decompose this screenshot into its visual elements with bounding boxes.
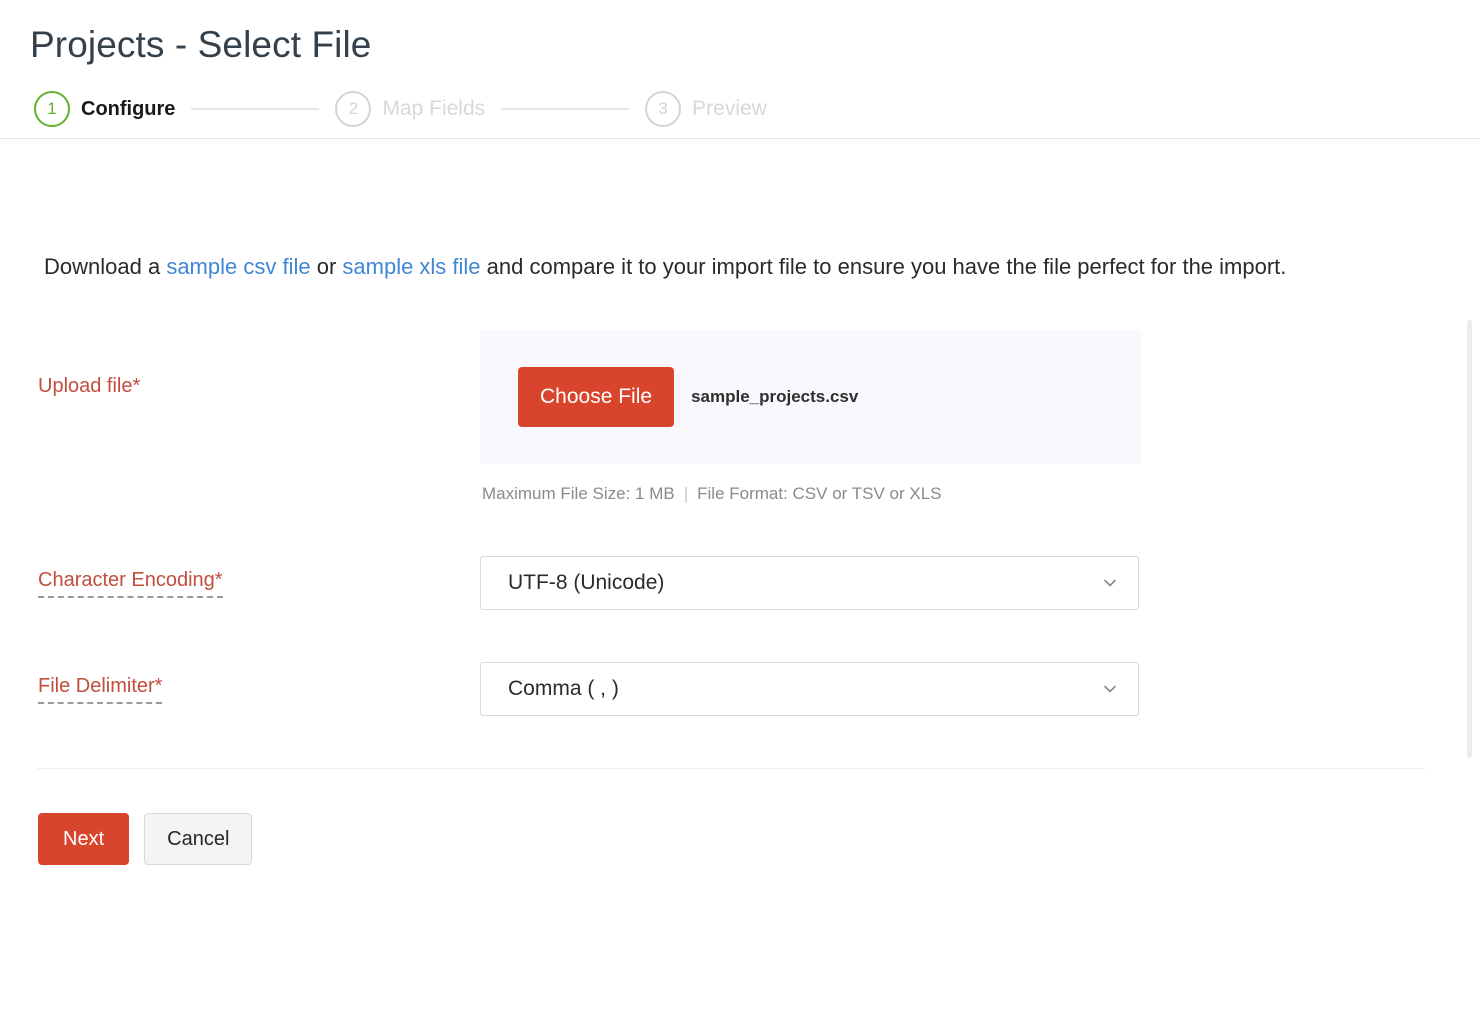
upload-file-row: Upload file* Choose File sample_projects…	[0, 330, 1480, 504]
character-encoding-row: Character Encoding* UTF-8 (Unicode)	[0, 556, 1480, 611]
configure-form: Upload file* Choose File sample_projects…	[0, 330, 1480, 717]
upload-file-control: Choose File sample_projects.csv Maximum …	[480, 330, 1141, 504]
upload-dropzone[interactable]: Choose File sample_projects.csv	[480, 330, 1141, 465]
chevron-down-icon	[1102, 681, 1118, 697]
character-encoding-value: UTF-8 (Unicode)	[508, 571, 665, 595]
character-encoding-control: UTF-8 (Unicode)	[480, 556, 1139, 611]
chevron-down-icon	[1102, 575, 1118, 591]
character-encoding-label-text: Character Encoding*	[38, 569, 223, 598]
stepper-step-map-fields[interactable]: 2 Map Fields	[335, 91, 486, 128]
intro-between: or	[310, 254, 343, 280]
step-label-map-fields: Map Fields	[382, 97, 486, 121]
intro-text: Download a sample csv file or sample xls…	[0, 161, 1404, 288]
step-label-configure: Configure	[81, 97, 176, 120]
step-number-2: 2	[335, 91, 372, 128]
intro-tail: and compare it to your import file to en…	[480, 254, 1287, 280]
next-button[interactable]: Next	[38, 813, 130, 866]
header-divider	[0, 138, 1480, 140]
import-stepper: 1 Configure 2 Map Fields 3 Preview	[0, 67, 1480, 129]
upload-hint-max-size: Maximum File Size: 1 MB	[482, 484, 675, 504]
character-encoding-label: Character Encoding*	[0, 569, 480, 598]
form-actions: Next Cancel	[0, 769, 1480, 866]
page-header: Projects - Select File 1 Configure 2 Map…	[0, 0, 1480, 140]
selected-file-name: sample_projects.csv	[691, 387, 859, 407]
stepper-step-preview[interactable]: 3 Preview	[645, 91, 767, 128]
file-delimiter-label-text: File Delimiter*	[38, 675, 163, 704]
page-title: Projects - Select File	[30, 24, 372, 65]
stepper-connector-2	[501, 108, 630, 111]
upload-file-label: Upload file*	[38, 375, 141, 398]
import-configure-panel: Download a sample csv file or sample xls…	[0, 161, 1480, 866]
file-delimiter-label: File Delimiter*	[0, 675, 480, 704]
file-delimiter-row: File Delimiter* Comma ( , )	[0, 662, 1480, 717]
sample-csv-link[interactable]: sample csv file	[166, 254, 310, 279]
vertical-scrollbar[interactable]	[1467, 320, 1472, 758]
sample-xls-link[interactable]: sample xls file	[342, 254, 480, 279]
character-encoding-select[interactable]: UTF-8 (Unicode)	[480, 556, 1139, 611]
step-number-3: 3	[645, 91, 682, 128]
file-delimiter-value: Comma ( , )	[508, 677, 619, 701]
upload-hint: Maximum File Size: 1 MB | File Format: CSV…	[480, 484, 1141, 504]
cancel-button[interactable]: Cancel	[144, 813, 253, 866]
stepper-step-configure[interactable]: 1 Configure	[34, 91, 176, 128]
upload-hint-separator: |	[683, 484, 689, 504]
upload-hint-format: File Format: CSV or TSV or XLS	[697, 484, 942, 504]
step-number-1: 1	[34, 91, 70, 128]
file-delimiter-control: Comma ( , )	[480, 662, 1139, 717]
intro-lead: Download a	[44, 254, 167, 280]
file-delimiter-select[interactable]: Comma ( , )	[480, 662, 1139, 717]
choose-file-button[interactable]: Choose File	[518, 367, 675, 428]
stepper-connector-1	[191, 108, 320, 111]
step-label-preview: Preview	[692, 97, 767, 121]
